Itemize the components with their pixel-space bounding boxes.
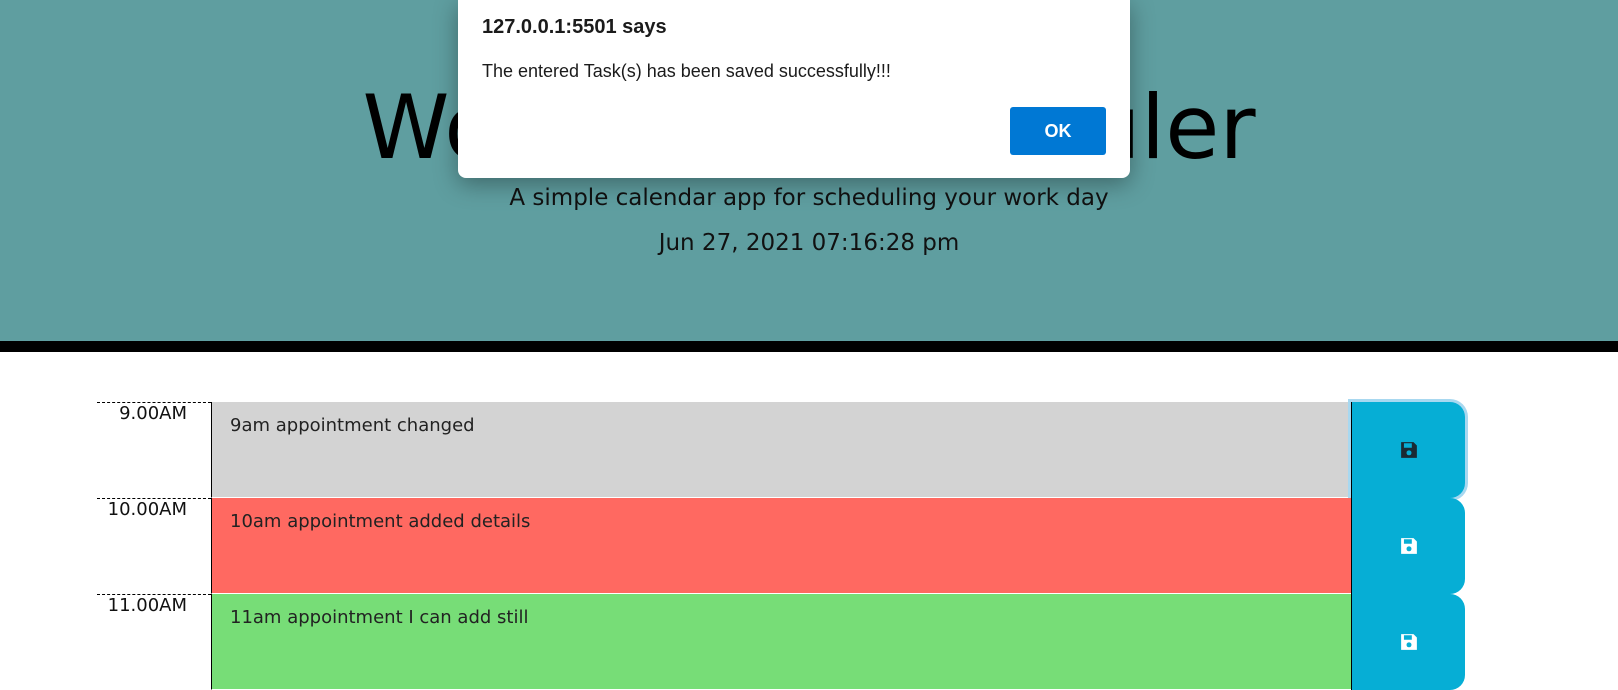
task-description-input[interactable]: 10am appointment added details [211,498,1351,594]
dialog-title: 127.0.0.1:5501 says [482,16,667,38]
alert-dialog: 127.0.0.1:5501 says The entered Task(s) … [458,0,1130,178]
floppy-disk-icon [1400,538,1417,554]
ok-button[interactable]: OK [1010,107,1106,155]
current-datetime: Jun 27, 2021 07:16:28 pm [658,230,960,256]
page-subtitle: A simple calendar app for scheduling you… [509,185,1109,211]
dialog-message: The entered Task(s) has been saved succe… [482,61,891,81]
task-description-input[interactable]: 9am appointment changed [211,402,1351,498]
save-button[interactable] [1351,402,1465,498]
save-button[interactable] [1351,498,1465,594]
time-block: 9.00AM 9am appointment changed [97,402,1467,498]
floppy-disk-icon [1400,442,1417,458]
floppy-disk-icon [1400,634,1417,650]
time-block: 10.00AM 10am appointment added details [97,498,1467,594]
hour-label: 9.00AM [97,402,211,498]
time-block-list: 9.00AM 9am appointment changed 10.00AM 1… [97,402,1467,690]
hour-label: 10.00AM [97,498,211,594]
